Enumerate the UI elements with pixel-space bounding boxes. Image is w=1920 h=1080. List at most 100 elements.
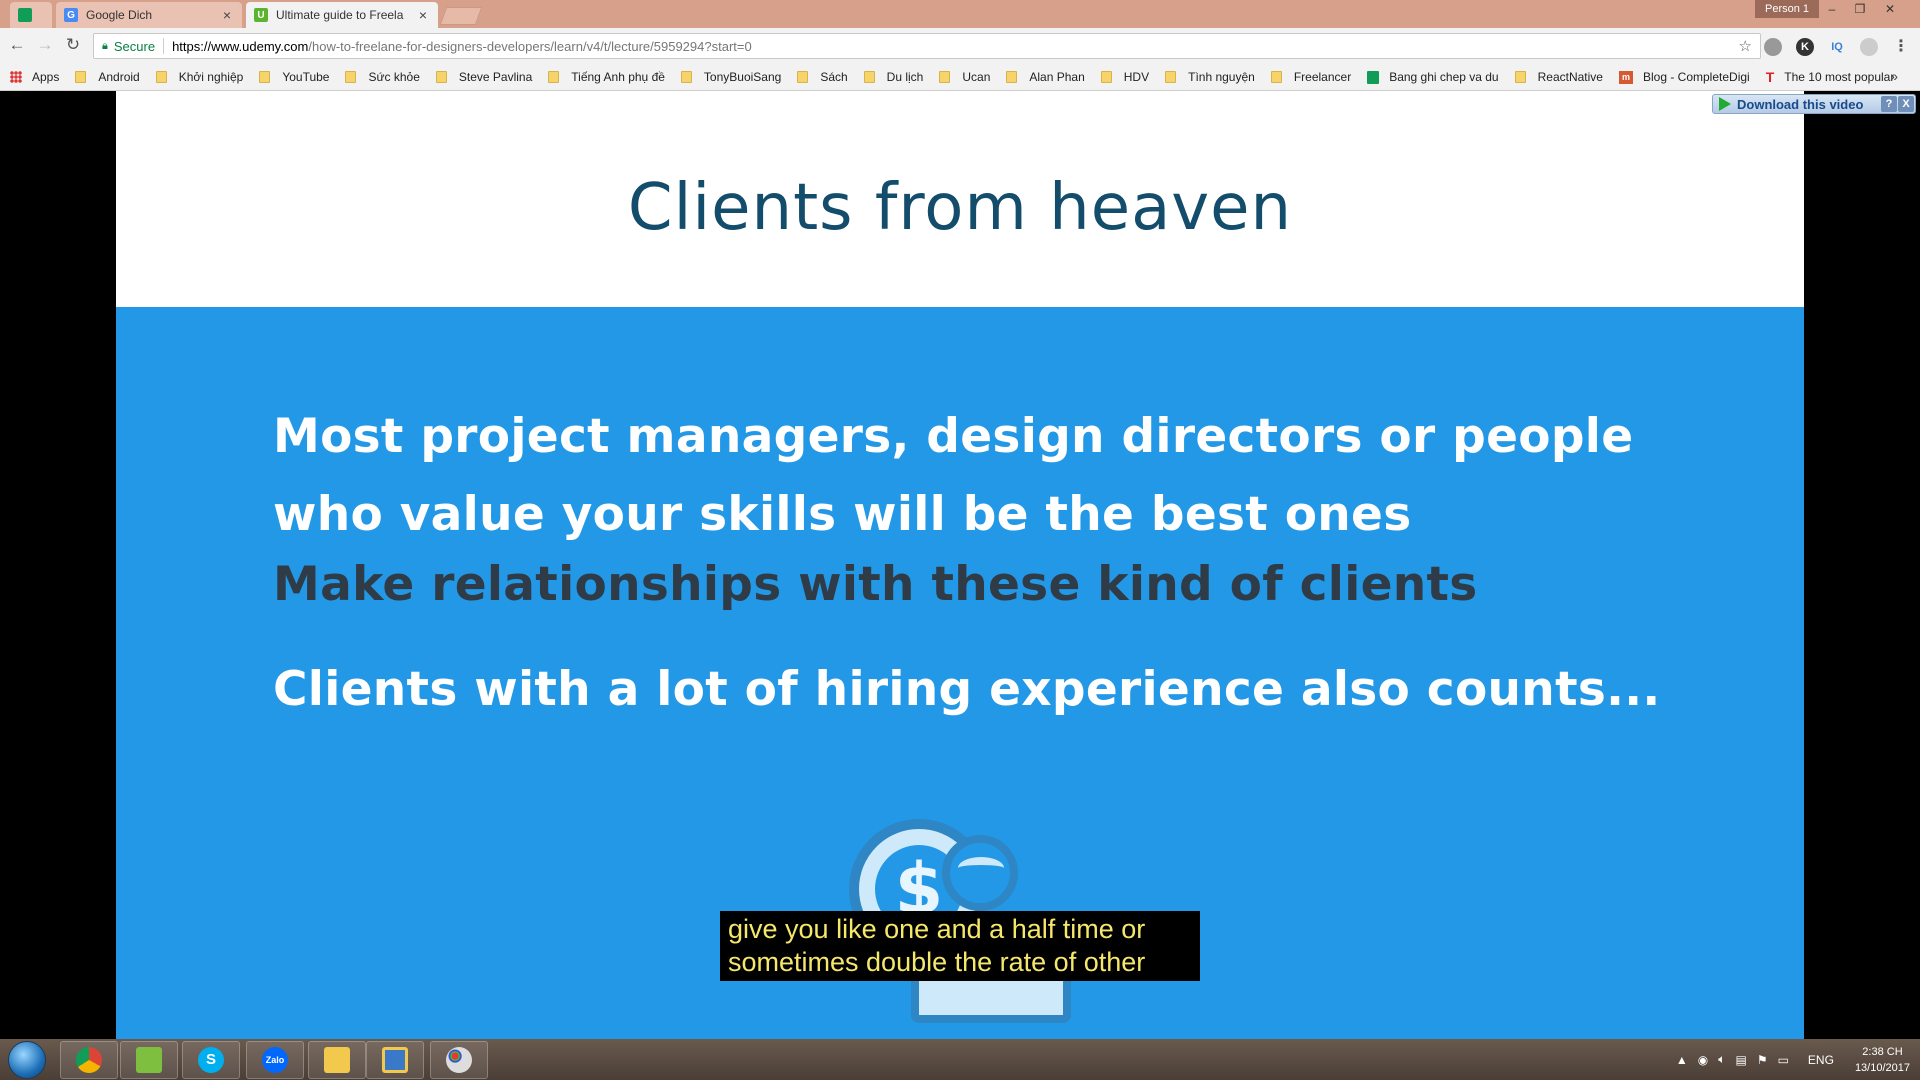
- clock[interactable]: 2:38 CH 13/10/2017: [1855, 1044, 1910, 1076]
- start-button[interactable]: [8, 1041, 46, 1079]
- notes-icon: [136, 1047, 162, 1073]
- divider: [163, 38, 165, 54]
- folder-icon: [435, 71, 447, 83]
- bookmark-tonybuoisang[interactable]: TonyBuoiSang: [680, 70, 782, 84]
- bookmark-label: Apps: [32, 70, 60, 84]
- bookmark-steve-pavlina[interactable]: Steve Pavlina: [435, 70, 532, 84]
- bookmark-label: Tiếng Anh phụ đề: [571, 70, 665, 84]
- t-icon: T: [1765, 69, 1775, 85]
- bookmark-android[interactable]: Android: [75, 70, 140, 84]
- zalo-icon: Zalo: [262, 1047, 288, 1073]
- client-person-head-icon: [942, 835, 1018, 911]
- skype-icon: S: [198, 1047, 224, 1073]
- taskbar-skype[interactable]: S: [182, 1041, 240, 1079]
- slide-line: who value your skills will be the best o…: [273, 487, 1412, 542]
- address-bar[interactable]: 🔒︎ Secure https://www.udemy.com /how-to-…: [93, 33, 1761, 59]
- clock-date: 13/10/2017: [1854, 1061, 1910, 1074]
- taskbar-zalo[interactable]: Zalo: [246, 1041, 304, 1079]
- hair-icon: [958, 857, 1004, 879]
- play-icon: [1719, 97, 1731, 111]
- language-indicator[interactable]: ENG: [1808, 1053, 1834, 1067]
- tab-google-dich[interactable]: G Google Dich ×: [56, 2, 242, 28]
- back-icon[interactable]: ←: [6, 34, 28, 56]
- profile-button[interactable]: Person 1: [1755, 0, 1820, 18]
- bookmark-hdv[interactable]: HDV: [1100, 70, 1149, 84]
- bookmark-blog[interactable]: m Blog - CompleteDigi: [1618, 70, 1750, 84]
- sync-extension-icon[interactable]: [1860, 38, 1878, 56]
- bookmark-du-lich[interactable]: Du lịch: [863, 70, 924, 84]
- blog-icon: m: [1618, 70, 1633, 84]
- bookmark-alan-phan[interactable]: Alan Phan: [1006, 70, 1085, 84]
- folder-icon: [1270, 71, 1282, 83]
- bookmark-label: Du lịch: [886, 70, 924, 84]
- download-video-button[interactable]: Download this video ? X: [1712, 94, 1916, 114]
- bookmark-10-most-popular[interactable]: T The 10 most popular: [1766, 69, 1895, 85]
- forward-icon[interactable]: →: [34, 34, 56, 56]
- bookmark-label: TonyBuoiSang: [703, 70, 782, 84]
- more-bookmarks-icon[interactable]: »: [1890, 68, 1898, 84]
- folder-icon: [939, 71, 951, 83]
- bookmark-label: Blog - CompleteDigi: [1642, 70, 1750, 84]
- bookmark-label: Freelancer: [1293, 70, 1352, 84]
- tab-udemy[interactable]: U Ultimate guide to Freela ×: [246, 2, 438, 28]
- file-explorer-icon: [324, 1047, 350, 1073]
- network-icon[interactable]: ◉: [1698, 1053, 1708, 1067]
- close-icon[interactable]: ×: [416, 7, 430, 23]
- browser-titlebar: G Google Dich × U Ultimate guide to Free…: [0, 0, 1920, 28]
- chrome-icon: [76, 1047, 102, 1073]
- taskbar-notes[interactable]: [120, 1041, 178, 1079]
- taskbar-explorer[interactable]: [308, 1041, 366, 1079]
- folder-icon: [863, 71, 875, 83]
- minimize-icon[interactable]: –: [1818, 0, 1846, 18]
- taskbar-paint[interactable]: [430, 1041, 488, 1079]
- bookmark-reactnative[interactable]: ReactNative: [1514, 70, 1603, 84]
- menu-icon[interactable]: ⋮: [1892, 38, 1910, 56]
- bookmark-khoi-nghiep[interactable]: Khởi nghiệp: [155, 70, 243, 84]
- folder-icon: [1006, 71, 1018, 83]
- bookmark-sach[interactable]: Sách: [797, 70, 848, 84]
- bookmark-label: Tình nguyện: [1188, 70, 1255, 84]
- help-icon[interactable]: ?: [1881, 96, 1897, 112]
- show-hidden-icons-icon[interactable]: ▲: [1676, 1053, 1688, 1067]
- reload-icon[interactable]: ↻: [62, 34, 84, 56]
- new-tab-button[interactable]: [439, 7, 483, 25]
- bookmark-label: Bang ghi chep va du: [1389, 70, 1499, 84]
- close-icon[interactable]: X: [1898, 96, 1914, 112]
- iq-extension-icon[interactable]: IQ: [1828, 38, 1846, 56]
- taskbar-chrome[interactable]: [60, 1041, 118, 1079]
- extension-icon[interactable]: [1764, 38, 1782, 56]
- bookmark-tieng-anh[interactable]: Tiếng Anh phụ đề: [548, 70, 665, 84]
- bookmark-label: Sức khỏe: [368, 70, 420, 84]
- window-close-icon[interactable]: ✕: [1876, 0, 1904, 18]
- folder-icon: [797, 71, 809, 83]
- k-extension-icon[interactable]: K: [1796, 38, 1814, 56]
- folder-icon: [345, 71, 357, 83]
- bookmark-label: Alan Phan: [1029, 70, 1085, 84]
- subtitle-line: sometimes double the rate of other: [728, 947, 1146, 977]
- display-icon[interactable]: ▭: [1778, 1053, 1789, 1067]
- folder-icon: [155, 71, 167, 83]
- bookmark-label: The 10 most popular: [1784, 70, 1895, 84]
- notes-tray-icon[interactable]: ▤: [1735, 1053, 1746, 1067]
- bookmark-youtube[interactable]: YouTube: [259, 70, 329, 84]
- bookmark-ucan[interactable]: Ucan: [939, 70, 990, 84]
- action-center-flag-icon[interactable]: ⚑: [1757, 1053, 1768, 1067]
- tab-title: Google Dich: [86, 8, 153, 22]
- bookmark-tinh-nguyen[interactable]: Tình nguyện: [1165, 70, 1255, 84]
- close-icon[interactable]: ×: [220, 7, 234, 23]
- system-tray: ▲ ◉ 🔈︎ ▤ ⚑ ▭ ENG 2:38 CH 13/10/2017: [1671, 1039, 1920, 1080]
- bookmark-label: Ucan: [962, 70, 991, 84]
- url-host: https://www.udemy.com: [172, 38, 309, 54]
- taskbar-switcher[interactable]: [366, 1041, 424, 1079]
- bookmark-suc-khoe[interactable]: Sức khỏe: [345, 70, 420, 84]
- bookmark-star-icon[interactable]: ☆: [1739, 37, 1752, 55]
- bookmark-bang-ghi-chep[interactable]: Bang ghi chep va du: [1367, 70, 1499, 84]
- bookmark-freelancer[interactable]: Freelancer: [1270, 70, 1352, 84]
- bookmark-apps[interactable]: Apps: [10, 70, 59, 84]
- volume-icon[interactable]: 🔈︎: [1718, 1052, 1725, 1067]
- sheets-icon: [18, 8, 32, 22]
- pinned-tab-sheets[interactable]: [10, 2, 52, 28]
- restore-icon[interactable]: ❐: [1846, 0, 1874, 18]
- folder-icon: [548, 71, 560, 83]
- folder-icon: [75, 71, 87, 83]
